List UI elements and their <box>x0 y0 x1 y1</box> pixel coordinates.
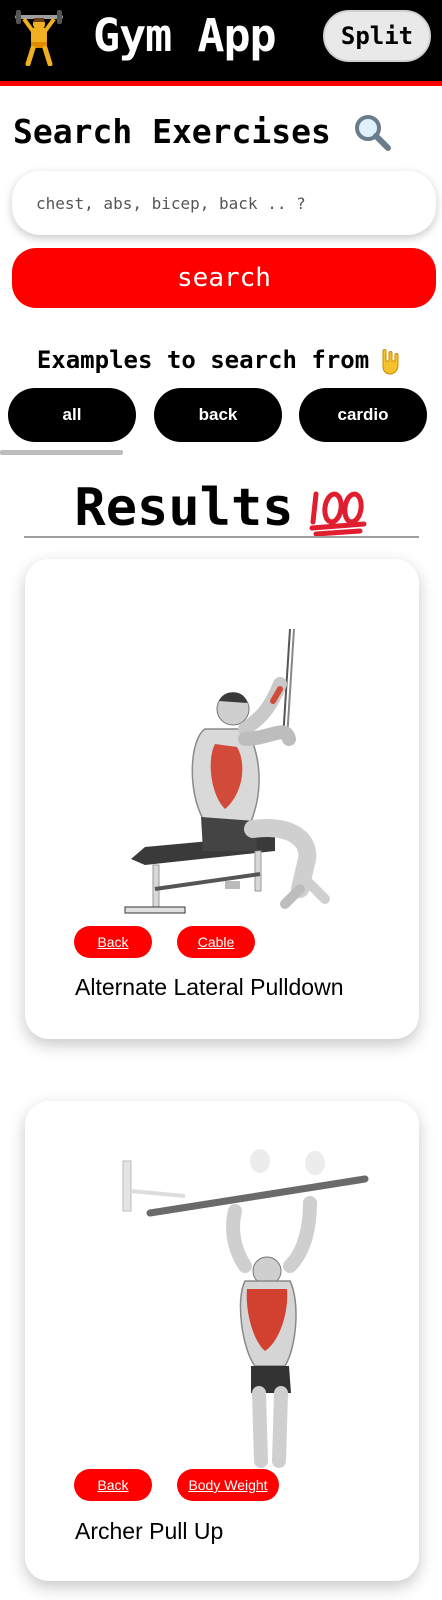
split-button[interactable]: Split <box>323 10 431 62</box>
search-input[interactable] <box>12 171 436 235</box>
example-chip-cardio[interactable]: cardio <box>299 388 427 442</box>
tag-equipment[interactable]: Body Weight <box>177 1469 279 1501</box>
results-heading: Results <box>0 476 442 540</box>
example-chip-back[interactable]: back <box>154 388 282 442</box>
search-button[interactable]: search <box>12 248 436 308</box>
example-chip-all[interactable]: all <box>8 388 136 442</box>
exercise-card[interactable]: Back Body Weight Archer Pull Up <box>25 1101 419 1581</box>
app-title: Gym App <box>93 9 277 62</box>
pointing-down-icon <box>377 347 405 375</box>
results-heading-label: Results <box>74 478 294 538</box>
search-heading: Search Exercises <box>13 108 391 156</box>
magnifier-icon <box>353 113 391 151</box>
examples-heading: Examples to search from <box>0 340 442 380</box>
exercise-title: Alternate Lateral Pulldown <box>75 974 344 1000</box>
hundred-points-icon <box>308 486 368 537</box>
tag-equipment[interactable]: Cable <box>177 926 255 958</box>
horizontal-scrollbar[interactable] <box>0 450 123 455</box>
exercise-title: Archer Pull Up <box>75 1518 224 1544</box>
search-heading-label: Search Exercises <box>13 112 331 151</box>
app-header: Gym App Split <box>0 0 442 86</box>
pull-up-illustration <box>75 1131 375 1468</box>
exercise-card[interactable]: Back Cable Alternate Lateral Pulldown <box>25 559 419 1039</box>
lat-pulldown-illustration <box>75 589 375 919</box>
results-divider <box>24 536 419 538</box>
tag-body-part[interactable]: Back <box>74 926 152 958</box>
examples-heading-label: Examples to search from <box>36 346 370 374</box>
weightlifter-icon <box>14 10 64 67</box>
tag-body-part[interactable]: Back <box>74 1469 152 1501</box>
